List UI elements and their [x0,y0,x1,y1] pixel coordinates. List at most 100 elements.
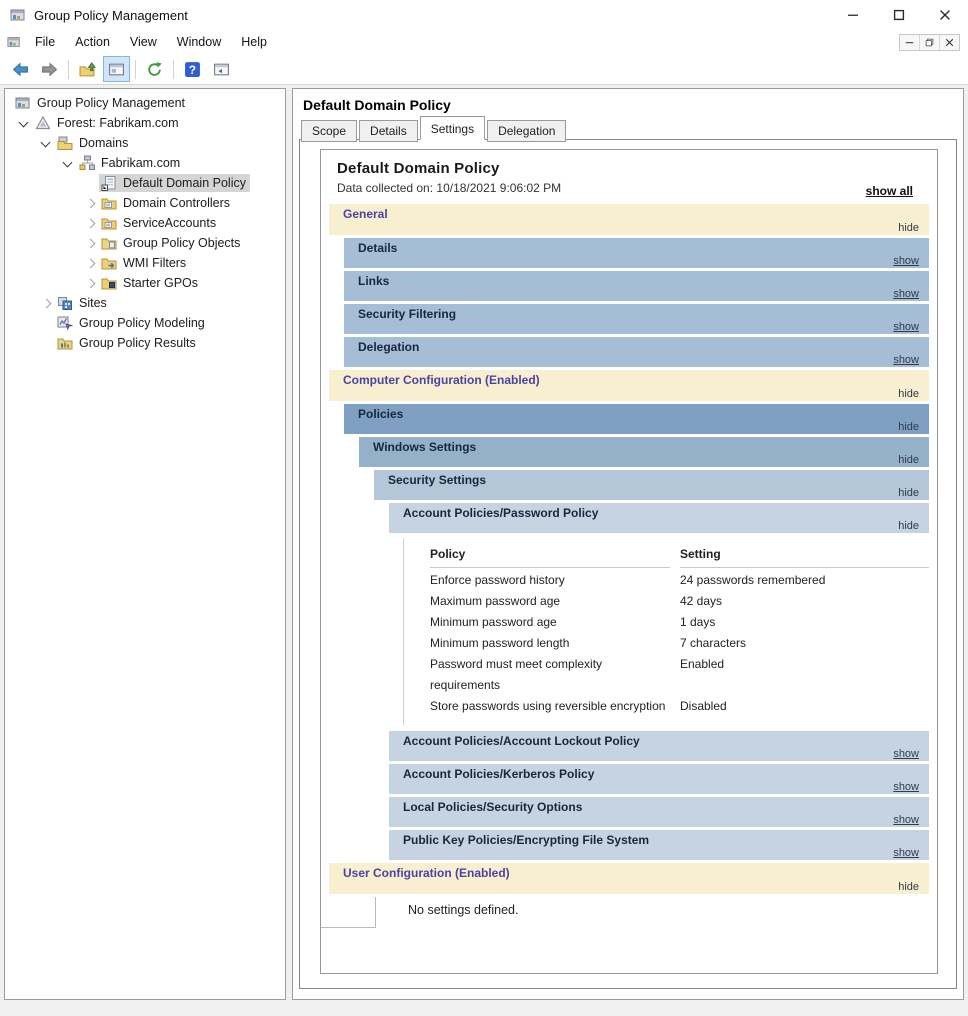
content-panel: Default Domain Policy Scope Details Settin… [292,88,964,1000]
page-title: Default Domain Policy [303,97,451,113]
gpmc-console-icon [15,95,31,111]
toolbar: ? [0,54,968,85]
tree-item-serviceaccounts[interactable]: ServiceAccounts [5,213,285,233]
show-link[interactable]: show [893,321,919,333]
tab-settings[interactable]: Settings [419,116,486,140]
no-settings-row: No settings defined. [321,897,929,928]
tree-item-starter-gpos[interactable]: Starter GPOs [5,273,285,293]
chevron-down-icon[interactable] [13,117,33,127]
report-band-security-settings: Security Settings hide [374,470,929,500]
show-link[interactable]: show [893,354,919,366]
band-title: Account Policies/Account Lockout Policy [403,734,640,748]
toolbar-back-arrow-button[interactable] [7,56,34,82]
tree-item-domains[interactable]: Domains [5,133,285,153]
hide-link[interactable]: hide [898,454,919,466]
band-title: Public Key Policies/Encrypting File Syst… [403,833,650,847]
band-title: Details [358,241,398,255]
tab-scope[interactable]: Scope [301,120,358,142]
gpmc-window: Group Policy Management File Action View Wi… [0,0,968,1016]
show-link[interactable]: show [893,748,919,760]
chevron-right-icon[interactable] [79,278,99,288]
menu-action[interactable]: Action [65,32,120,52]
toolbar-help-button[interactable]: ? [179,56,206,82]
close-button[interactable] [922,0,968,30]
tree-item-domain-controllers[interactable]: Domain Controllers [5,193,285,213]
ou-folder-icon [101,195,117,211]
hide-link[interactable]: hide [898,487,919,499]
chevron-right-icon[interactable] [79,218,99,228]
menu-window[interactable]: Window [167,32,231,52]
show-link[interactable]: show [893,288,919,300]
hide-link[interactable]: hide [898,388,919,400]
tree-item-wmi-filters[interactable]: WMI Filters [5,253,285,273]
table-header-cell: Policy [430,544,670,568]
menu-file[interactable]: File [25,32,65,52]
table-cell: Enforce password history [430,573,565,587]
tab-delegation[interactable]: Delegation [487,120,567,142]
maximize-button[interactable] [876,0,922,30]
hide-link[interactable]: hide [898,881,919,893]
show-link[interactable]: show [893,847,919,859]
band-title: Security Filtering [358,307,457,321]
table-cell: 1 days [680,615,716,629]
tree-item-inner: Domain Controllers [99,194,234,212]
chevron-down-icon[interactable] [57,157,77,167]
tree-item-group-policy-modeling[interactable]: Group Policy Modeling [5,313,285,333]
show-all-link[interactable]: show all [866,184,913,198]
tree-item-label: Group Policy Management [37,96,185,110]
child-restore-button[interactable] [919,34,939,50]
tree-item-group-policy-management[interactable]: Group Policy Management [5,93,285,113]
chevron-right-icon[interactable] [79,238,99,248]
toolbar-new-window-button[interactable] [208,56,235,82]
show-link[interactable]: show [893,255,919,267]
report-title: Default Domain Policy [337,160,500,177]
tree-item-forest-fabrikam-com[interactable]: Forest: Fabrikam.com [5,113,285,133]
chevron-right-icon[interactable] [35,298,55,308]
tree-item-label: Domains [79,136,129,150]
menu-view[interactable]: View [120,32,167,52]
table-cell: Password must meet complexity requiremen… [430,657,603,692]
starter-gpo-icon [101,275,117,291]
domains-icon [57,135,73,151]
hide-link[interactable]: hide [898,421,919,433]
tree-item-label: Fabrikam.com [101,156,181,170]
restore-icon [925,38,934,47]
show-link[interactable]: show [893,781,919,793]
minimize-button[interactable] [830,0,876,30]
tree-item-default-domain-policy[interactable]: Default Domain Policy [5,173,285,193]
chevron-right-icon[interactable] [79,198,99,208]
menu-help[interactable]: Help [231,32,277,52]
title-bar: Group Policy Management [0,0,968,30]
band-title: Security Settings [388,473,487,487]
child-close-button[interactable] [939,34,959,50]
chevron-down-icon[interactable] [35,137,55,147]
tree-item-fabrikam-com[interactable]: Fabrikam.com [5,153,285,173]
band-title: Account Policies/Kerberos Policy [403,767,595,781]
tree-item-group-policy-results[interactable]: Group Policy Results [5,333,285,353]
tree-item-inner: WMI Filters [99,254,190,272]
toolbar-export-list-button[interactable] [74,56,101,82]
toolbar-separator [68,59,69,79]
tab-details[interactable]: Details [359,120,418,142]
show-link[interactable]: show [893,814,919,826]
domain-icon [79,155,95,171]
window-controls [830,0,968,30]
band-title: User Configuration (Enabled) [343,866,510,880]
toolbar-console-window-button[interactable] [103,56,130,82]
chevron-right-icon[interactable] [79,258,99,268]
toolbar-forward-arrow-button[interactable] [36,56,63,82]
band-title: Policies [358,407,404,421]
hide-link[interactable]: hide [898,222,919,234]
report-section-user-configuration-enabled: User Configuration (Enabled) hide [329,863,929,894]
tree-item-inner: Forest: Fabrikam.com [33,114,183,132]
tree-item-inner: Group Policy Management [13,94,189,112]
table-cell: Minimum password length [430,636,570,650]
tree-item-group-policy-objects[interactable]: Group Policy Objects [5,233,285,253]
tree-item-sites[interactable]: Sites [5,293,285,313]
report-band-public-key-policies-encrypting-file-system: Public Key Policies/Encrypting File Syst… [389,830,929,860]
hide-link[interactable]: hide [898,520,919,532]
band-title: Account Policies/Password Policy [403,506,599,520]
table-cell: Store passwords using reversible encrypt… [430,699,666,713]
child-minimize-button[interactable] [900,35,919,50]
toolbar-refresh-button[interactable] [141,56,168,82]
